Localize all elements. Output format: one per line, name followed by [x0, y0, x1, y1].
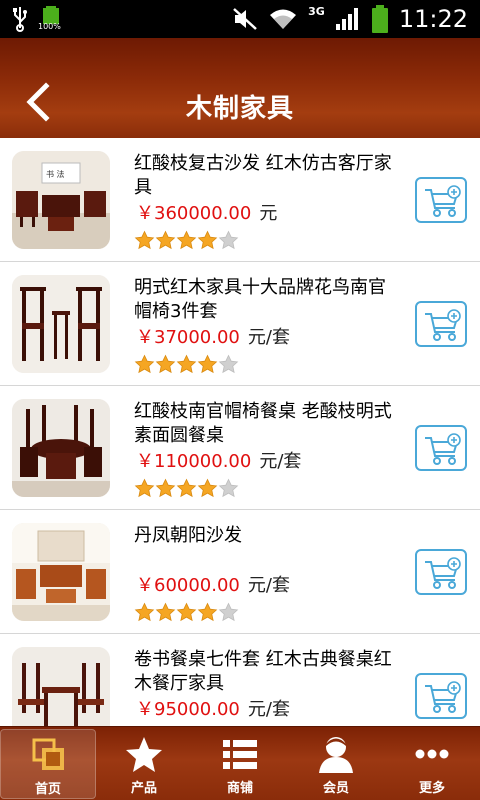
- add-to-cart-button[interactable]: [415, 177, 467, 223]
- star-filled-icon: [134, 354, 155, 374]
- product-list: 书 法 红酸枝复古沙发 红木仿古客厅家具 ￥360000.00 元 明式红木家具十…: [0, 138, 480, 726]
- star-filled-icon: [176, 230, 197, 250]
- product-thumbnail[interactable]: [12, 399, 110, 497]
- signal-icon: [335, 8, 358, 30]
- add-to-cart-icon: [425, 309, 461, 341]
- add-to-cart-button[interactable]: [415, 301, 467, 347]
- network-type-label: 3G: [308, 4, 325, 18]
- product-price-row: ￥60000.00 元/套: [136, 574, 290, 598]
- product-name: 丹凤朝阳沙发: [134, 525, 242, 546]
- add-to-cart-button[interactable]: [415, 673, 467, 719]
- star-filled-icon: [176, 354, 197, 374]
- product-price-row: ￥110000.00 元/套: [136, 450, 301, 474]
- product-name: 明式红木家具十大品牌花鸟南官帽椅3件套: [134, 277, 386, 322]
- tab-label: 商铺: [226, 781, 253, 796]
- clock: 11:22: [398, 5, 468, 33]
- product-rating: [134, 602, 239, 622]
- bottom-tab-bar: 首页 产品 商铺 会员 更多: [0, 726, 480, 800]
- add-to-cart-icon: [425, 557, 461, 589]
- product-price: ￥60000.00: [136, 575, 240, 596]
- product-thumbnail[interactable]: [12, 275, 110, 373]
- add-to-cart-button[interactable]: [415, 425, 467, 471]
- tab-label: 会员: [322, 781, 349, 796]
- product-thumbnail[interactable]: 书 法: [12, 151, 110, 249]
- star-filled-icon: [155, 478, 176, 498]
- mute-icon: [233, 8, 257, 30]
- add-to-cart-button[interactable]: [415, 549, 467, 595]
- product-name: 红酸枝复古沙发 红木仿古客厅家具: [134, 153, 392, 198]
- product-price-row: ￥95000.00 元/套: [136, 698, 290, 722]
- battery-percent-label: 100%: [38, 22, 61, 31]
- tab-label: 更多: [418, 781, 445, 796]
- star-filled-icon: [197, 478, 218, 498]
- product-item[interactable]: 红酸枝南官帽椅餐桌 老酸枝明式素面圆餐桌 ￥110000.00 元/套: [0, 386, 480, 510]
- battery-icon: [371, 5, 388, 33]
- product-unit: 元/套: [247, 699, 290, 720]
- product-price: ￥360000.00: [136, 203, 252, 224]
- usb-icon: [13, 7, 27, 32]
- star-empty-icon: [218, 602, 239, 622]
- add-to-cart-icon: [425, 433, 461, 465]
- person-icon: [317, 735, 355, 773]
- more-icon: [413, 735, 451, 773]
- battery-charging-icon: 100%: [38, 6, 61, 32]
- star-filled-icon: [176, 478, 197, 498]
- star-empty-icon: [218, 230, 239, 250]
- tab-list[interactable]: 商铺: [192, 729, 288, 799]
- product-price: ￥37000.00: [136, 327, 240, 348]
- product-price-row: ￥37000.00 元/套: [136, 326, 290, 350]
- product-thumbnail[interactable]: [12, 523, 110, 621]
- tab-more[interactable]: 更多: [384, 729, 480, 799]
- home-icon: [30, 736, 68, 774]
- product-rating: [134, 478, 239, 498]
- title-bar: 木制家具: [0, 38, 480, 138]
- product-thumbnail[interactable]: [12, 647, 110, 726]
- tab-person[interactable]: 会员: [288, 729, 384, 799]
- star-filled-icon: [155, 354, 176, 374]
- star-empty-icon: [218, 354, 239, 374]
- product-unit: 元/套: [247, 575, 290, 596]
- product-item[interactable]: 丹凤朝阳沙发 ￥60000.00 元/套: [0, 510, 480, 634]
- product-price: ￥110000.00: [136, 451, 252, 472]
- star-filled-icon: [197, 354, 218, 374]
- tab-star[interactable]: 产品: [96, 729, 192, 799]
- product-name: 红酸枝南官帽椅餐桌 老酸枝明式素面圆餐桌: [134, 401, 392, 446]
- product-name: 卷书餐桌七件套 红木古典餐桌红木餐厅家具: [134, 649, 392, 694]
- tab-label: 首页: [34, 782, 61, 797]
- star-filled-icon: [197, 230, 218, 250]
- star-empty-icon: [218, 478, 239, 498]
- star-icon: [125, 735, 163, 773]
- status-bar: 100% 3G 11:22: [0, 0, 480, 38]
- star-filled-icon: [134, 478, 155, 498]
- star-filled-icon: [155, 230, 176, 250]
- product-item[interactable]: 书 法 红酸枝复古沙发 红木仿古客厅家具 ￥360000.00 元: [0, 138, 480, 262]
- star-filled-icon: [176, 602, 197, 622]
- star-filled-icon: [134, 230, 155, 250]
- product-rating: [134, 230, 239, 250]
- product-rating: [134, 354, 239, 374]
- star-filled-icon: [134, 602, 155, 622]
- svg-text:书 法: 书 法: [46, 169, 65, 179]
- product-unit: 元: [259, 203, 278, 224]
- product-item[interactable]: 明式红木家具十大品牌花鸟南官帽椅3件套 ￥37000.00 元/套: [0, 262, 480, 386]
- page-title: 木制家具: [185, 94, 294, 124]
- product-price: ￥95000.00: [136, 699, 240, 720]
- star-filled-icon: [197, 602, 218, 622]
- wifi-icon: [270, 9, 297, 29]
- tab-label: 产品: [130, 781, 157, 796]
- tab-home[interactable]: 首页: [0, 729, 96, 799]
- star-filled-icon: [155, 602, 176, 622]
- list-icon: [221, 735, 259, 773]
- product-item[interactable]: 卷书餐桌七件套 红木古典餐桌红木餐厅家具 ￥95000.00 元/套: [0, 634, 480, 726]
- product-unit: 元/套: [259, 451, 302, 472]
- product-unit: 元/套: [247, 327, 290, 348]
- add-to-cart-icon: [425, 681, 461, 713]
- product-price-row: ￥360000.00 元: [136, 202, 277, 226]
- add-to-cart-icon: [425, 185, 461, 217]
